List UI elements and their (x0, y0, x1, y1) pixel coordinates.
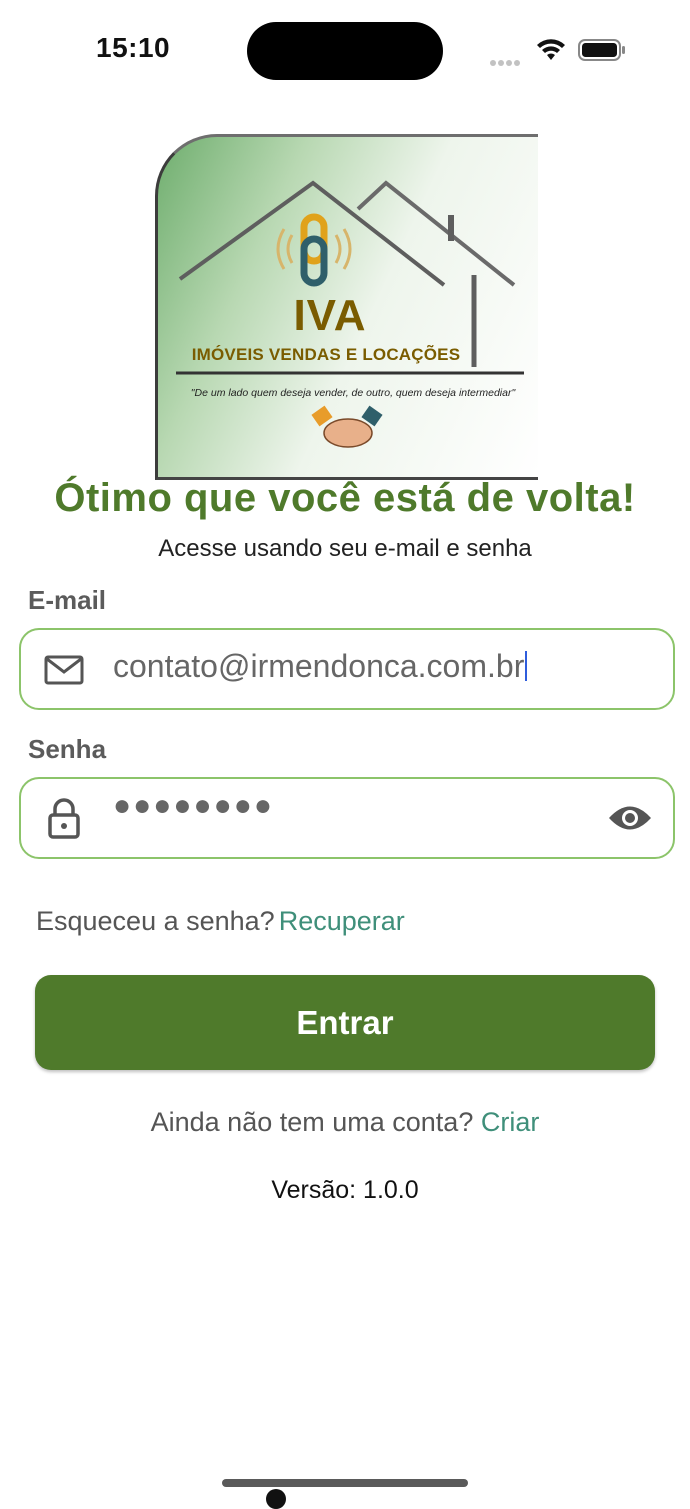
home-indicator[interactable] (222, 1479, 468, 1487)
dynamic-island (247, 22, 443, 80)
signup-text: Ainda não tem uma conta? (150, 1107, 474, 1137)
forgot-password-text: Esqueceu a senha? (36, 906, 275, 936)
signup-prompt: Ainda não tem uma conta? Criar (0, 1107, 690, 1138)
text-caret (525, 651, 528, 681)
password-input[interactable]: ●●●●●●●● (113, 789, 274, 823)
handshake-icon (311, 405, 383, 448)
eye-icon[interactable] (607, 801, 653, 835)
logo-subtitle: IMÓVEIS VENDAS E LOCAÇÕES (191, 345, 461, 364)
email-input[interactable]: contato@irmendonca.com.br (113, 648, 528, 685)
peek-icon (266, 1489, 286, 1509)
email-value: contato@irmendonca.com.br (113, 648, 525, 684)
email-label: E-mail (28, 585, 107, 615)
create-account-link[interactable]: Criar (481, 1107, 540, 1137)
logo-brand-text: IVA (293, 291, 367, 340)
forgot-password: Esqueceu a senha? Recuperar (36, 906, 405, 937)
logo-slogan: "De um lado quem deseja vender, de outro… (190, 387, 516, 399)
lock-icon (48, 798, 80, 839)
login-button[interactable]: Entrar (35, 975, 655, 1070)
chain-link-icon (276, 213, 352, 287)
welcome-subtitle: Acesse usando seu e-mail e senha (158, 535, 532, 562)
app-version: Versão: 1.0.0 (271, 1176, 419, 1204)
status-time: 15:10 (96, 32, 171, 63)
password-field[interactable]: ●●●●●●●● (19, 777, 675, 859)
company-logo: IVA IMÓVEIS VENDAS E LOCAÇÕES "De um lad… (155, 134, 538, 480)
mail-icon (44, 655, 84, 685)
recover-link[interactable]: Recuperar (279, 906, 405, 936)
battery-icon (578, 38, 626, 62)
email-field[interactable]: contato@irmendonca.com.br (19, 628, 675, 710)
wifi-icon (535, 36, 567, 62)
cellular-signal-icon (490, 53, 524, 66)
welcome-title: Ótimo que você está de volta! (54, 476, 636, 520)
password-label: Senha (28, 734, 107, 764)
